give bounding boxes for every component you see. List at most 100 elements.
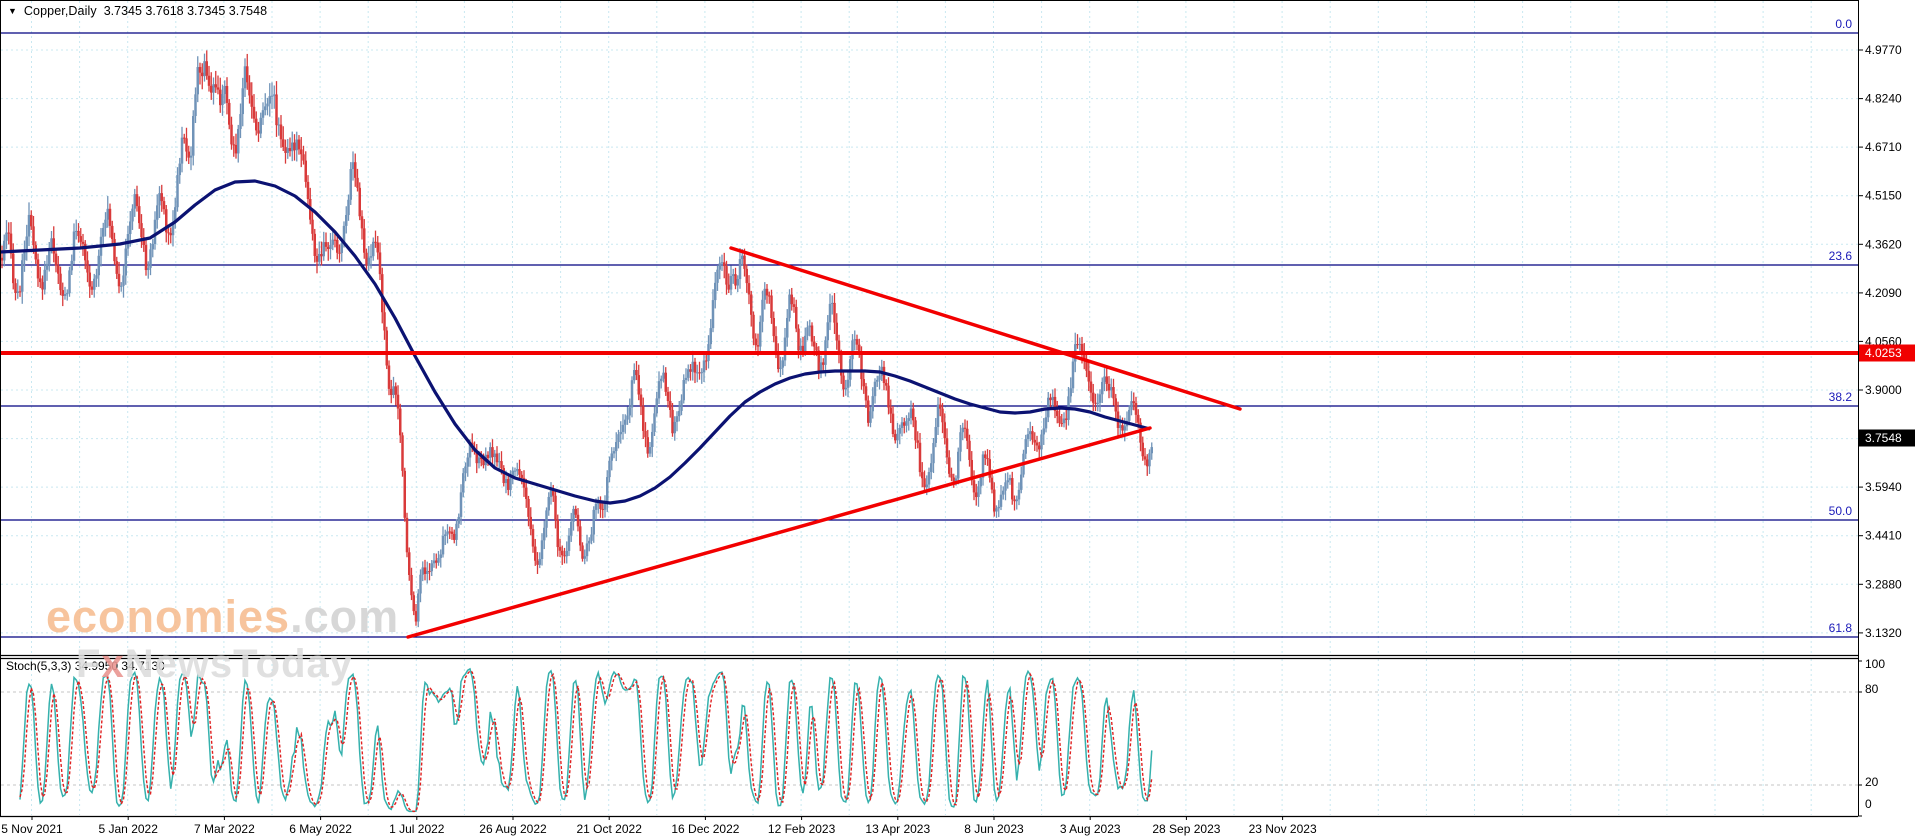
price-tag-value: 4.0253 — [1865, 346, 1902, 360]
candle-body — [804, 335, 807, 353]
chevron-down-icon[interactable]: ▼ — [8, 5, 17, 17]
price-chart-canvas[interactable]: 0.0 23.6 38.2 50.0 61.8 4.9770 4.8240 4.6710 4.5… — [0, 0, 1916, 840]
candle-body — [61, 290, 64, 296]
candle-body — [936, 404, 940, 428]
candle-body — [486, 454, 490, 458]
candle-body — [311, 219, 314, 234]
date-label[interactable]: 5 Nov 2021 — [1, 822, 63, 836]
candle-body — [986, 457, 989, 460]
candle-body — [912, 408, 915, 421]
candle-body — [1035, 442, 1039, 446]
date-label[interactable]: 13 Apr 2023 — [865, 822, 930, 836]
candle-body — [457, 516, 460, 524]
candle-body — [354, 162, 357, 178]
candle-body — [1107, 383, 1111, 391]
candle-body — [111, 225, 114, 240]
candle-body — [538, 559, 541, 565]
candle-body — [306, 181, 310, 199]
date-label[interactable]: 1 Jul 2022 — [389, 822, 445, 836]
candle-body — [419, 574, 422, 594]
candle-body — [43, 269, 46, 290]
candle-body — [374, 241, 377, 243]
candle-body — [995, 508, 998, 512]
date-label[interactable]: 7 Mar 2022 — [194, 822, 255, 836]
fib-label-38.2: 38.2 — [1829, 390, 1853, 404]
candle-body — [133, 194, 136, 209]
candle-body — [1143, 456, 1147, 460]
candle-body — [372, 241, 375, 257]
candle-body — [500, 461, 503, 469]
candle-body — [891, 413, 895, 435]
candle-body — [788, 294, 791, 318]
candle-body — [795, 306, 798, 329]
candle-body — [293, 142, 296, 151]
candle-body — [545, 510, 548, 528]
candle-body — [615, 442, 618, 452]
date-label[interactable]: 3 Aug 2023 — [1060, 822, 1121, 836]
candle-body — [1069, 388, 1072, 397]
candle-body — [518, 469, 521, 475]
candle-body — [444, 534, 447, 537]
date-label[interactable]: 28 Sep 2023 — [1152, 822, 1220, 836]
date-label[interactable]: 16 Dec 2022 — [671, 822, 739, 836]
candle-body — [322, 242, 325, 257]
candle-body — [1130, 401, 1133, 410]
candle-body — [63, 294, 67, 296]
candle-body — [689, 369, 692, 372]
candle-body — [286, 148, 289, 153]
fib-label-23.6: 23.6 — [1829, 249, 1853, 263]
candle-body — [327, 246, 330, 250]
candle-body — [462, 473, 465, 493]
candle-body — [383, 312, 386, 331]
candle-body — [59, 273, 62, 291]
date-label[interactable]: 26 Aug 2022 — [479, 822, 547, 836]
candle-body — [376, 242, 379, 253]
date-label[interactable]: 21 Oct 2022 — [577, 822, 643, 836]
candle-body — [669, 401, 672, 410]
candle-body — [790, 294, 793, 305]
candle-body — [410, 574, 413, 596]
candle-body — [639, 394, 643, 407]
candle-body — [853, 339, 856, 341]
candle-body — [646, 437, 649, 454]
candle-body — [385, 330, 388, 366]
candle-body — [1071, 361, 1075, 389]
date-label[interactable]: 6 May 2022 — [289, 822, 352, 836]
date-label[interactable]: 12 Feb 2023 — [768, 822, 836, 836]
candle-body — [754, 338, 757, 346]
candle-body — [318, 253, 321, 262]
candle-body — [556, 519, 559, 548]
candle-body — [1011, 478, 1014, 500]
candle-body — [720, 262, 724, 264]
candle-body — [176, 175, 179, 208]
candle-body — [45, 263, 49, 270]
candle-body — [909, 408, 913, 419]
fib-label-0.0: 0.0 — [1835, 17, 1852, 31]
candle-body — [158, 193, 161, 206]
price-tick-label: 3.5940 — [1865, 480, 1902, 494]
ohlc-values-label: 3.7345 3.7618 3.7345 3.7548 — [103, 4, 268, 18]
candle-body — [70, 260, 73, 271]
candle-body — [66, 293, 69, 295]
candle-body — [918, 442, 922, 473]
candle-body — [979, 477, 982, 487]
candle-body — [392, 386, 395, 395]
candle-body — [664, 372, 667, 392]
candle-body — [635, 370, 638, 376]
candle-body — [855, 339, 859, 345]
candle-body — [450, 531, 454, 534]
candle-body — [27, 214, 31, 237]
candle-body — [813, 341, 816, 347]
candle-body — [738, 259, 742, 280]
candle-body — [1017, 489, 1021, 500]
candle-body — [797, 328, 800, 351]
candle-body — [889, 407, 892, 414]
date-label[interactable]: 23 Nov 2023 — [1249, 822, 1317, 836]
candle-body — [943, 422, 946, 439]
trendline-ascending-support[interactable] — [406, 426, 1152, 639]
candle-body — [977, 486, 980, 498]
candle-body — [464, 466, 467, 474]
date-label[interactable]: 5 Jan 2022 — [99, 822, 159, 836]
date-label[interactable]: 8 Jun 2023 — [964, 822, 1024, 836]
candle-body — [772, 317, 775, 337]
